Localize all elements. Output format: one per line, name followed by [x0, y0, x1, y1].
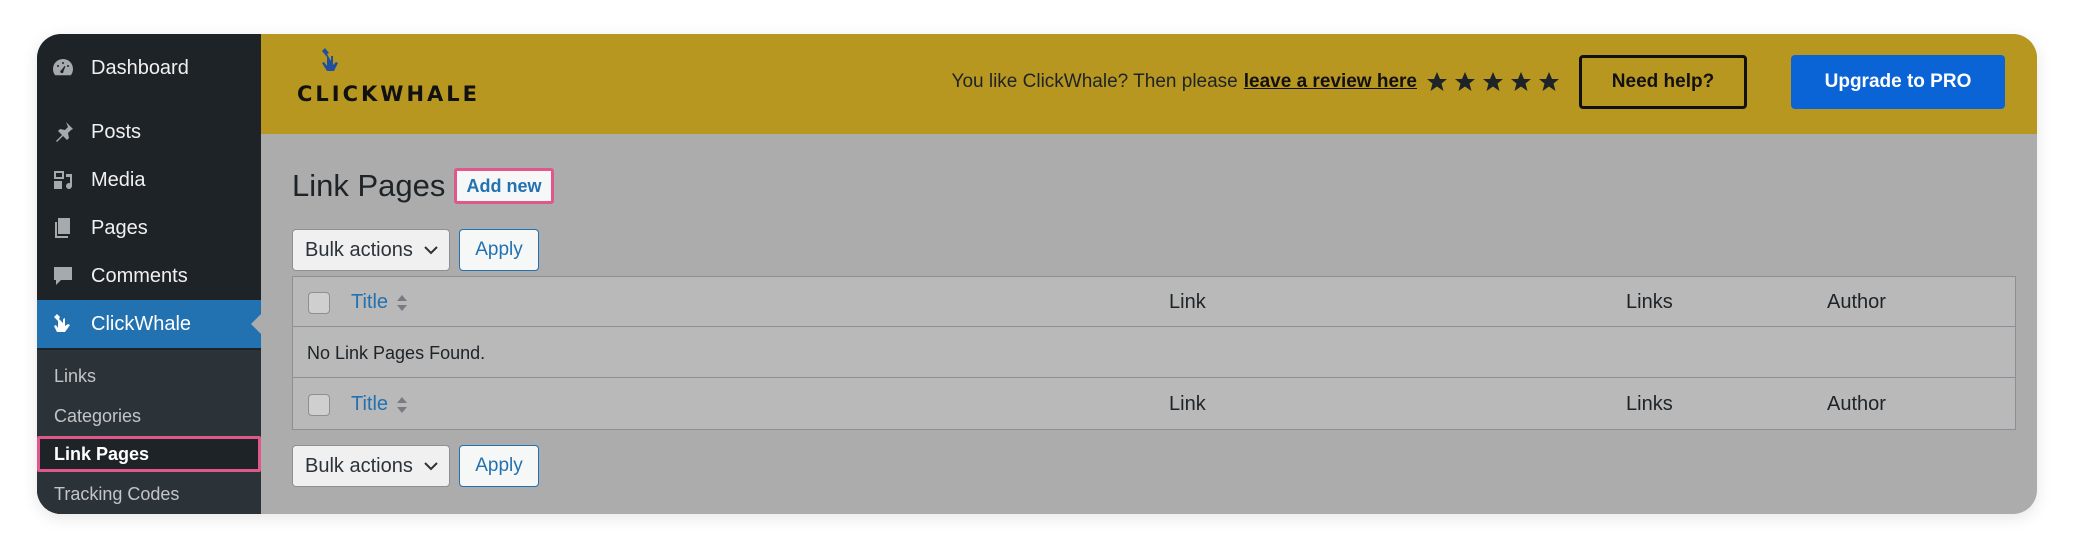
sidebar-item-dashboard[interactable]: Dashboard	[37, 44, 261, 92]
sidebar-item-comments[interactable]: Comments	[37, 252, 261, 300]
pages-icon	[49, 214, 77, 242]
column-links-footer: Links	[1626, 393, 1673, 415]
empty-message: No Link Pages Found.	[307, 343, 486, 363]
star-icon	[1483, 72, 1503, 91]
sidebar-item-clickwhale[interactable]: ClickWhale	[37, 300, 261, 348]
sidebar-item-media[interactable]: Media	[37, 156, 261, 204]
table-footer-row: Title Link Links Author	[293, 379, 2015, 429]
sidebar-item-label: Pages	[91, 216, 148, 239]
apply-button[interactable]: Apply	[459, 229, 539, 271]
star-icon	[1455, 72, 1475, 91]
clickwhale-logo: CLICKWHALE	[297, 48, 477, 118]
dashboard-icon	[49, 54, 77, 82]
clickwhale-icon	[49, 310, 77, 338]
table-row-empty: No Link Pages Found.	[293, 328, 2015, 378]
rating-stars	[1425, 70, 1561, 94]
review-text: You like ClickWhale? Then please	[951, 71, 1238, 92]
submenu-item-links[interactable]: Links	[37, 358, 261, 394]
admin-sidebar: Dashboard Posts Media Pages Comments Cli…	[37, 34, 261, 514]
clickwhale-banner: CLICKWHALE You like ClickWhale? Then ple…	[261, 34, 2037, 134]
apply-button-bottom[interactable]: Apply	[459, 445, 539, 487]
upgrade-pro-button[interactable]: Upgrade to PRO	[1791, 55, 2005, 109]
add-new-button[interactable]: Add new	[454, 168, 554, 204]
column-title[interactable]: Title	[351, 291, 408, 314]
bulk-actions-select[interactable]: Bulk actions	[292, 229, 450, 271]
star-icon	[1427, 72, 1447, 91]
table-header-row: Title Link Links Author	[293, 277, 2015, 327]
sort-icon	[397, 294, 408, 311]
logo-text: CLICKWHALE	[297, 82, 481, 106]
submenu-item-link-pages[interactable]: Link Pages	[37, 436, 261, 472]
column-title-label: Title	[351, 393, 389, 415]
star-icon	[1511, 72, 1531, 91]
sidebar-item-posts[interactable]: Posts	[37, 108, 261, 156]
sidebar-item-label: Media	[91, 168, 146, 191]
bulk-actions-select-bottom[interactable]: Bulk actions	[292, 445, 450, 487]
column-title-label: Title	[351, 291, 389, 313]
clickwhale-submenu: Links Categories Link Pages Tracking Cod…	[37, 350, 261, 514]
sidebar-item-label: Dashboard	[91, 56, 189, 79]
page-title: Link Pages	[292, 168, 446, 203]
column-title-footer[interactable]: Title	[351, 393, 408, 416]
sort-icon	[397, 396, 408, 413]
active-indicator	[251, 314, 261, 334]
cursor-logo-icon	[322, 48, 338, 71]
bulk-actions-label: Bulk actions	[305, 238, 413, 261]
media-icon	[49, 166, 77, 194]
column-links: Links	[1626, 291, 1673, 313]
chevron-down-icon	[424, 462, 438, 471]
review-link[interactable]: leave a review here	[1244, 71, 1417, 93]
column-link: Link	[1169, 291, 1206, 313]
select-all-checkbox-footer[interactable]	[308, 394, 330, 416]
submenu-item-tracking-codes[interactable]: Tracking Codes	[37, 476, 261, 512]
column-author: Author	[1827, 291, 1886, 313]
sidebar-item-label: Posts	[91, 120, 142, 143]
sidebar-item-label: ClickWhale	[91, 312, 192, 335]
bulk-actions-label: Bulk actions	[305, 454, 413, 477]
select-all-checkbox[interactable]	[308, 292, 330, 314]
comment-icon	[49, 262, 77, 290]
sidebar-item-pages[interactable]: Pages	[37, 204, 261, 252]
submenu-item-categories[interactable]: Categories	[37, 398, 261, 434]
column-author-footer: Author	[1827, 393, 1886, 415]
sidebar-item-label: Comments	[91, 264, 188, 287]
chevron-down-icon	[424, 246, 438, 255]
link-pages-table: Title Link Links Author No Link Pages Fo…	[292, 276, 2016, 430]
column-link-footer: Link	[1169, 393, 1206, 415]
star-icon	[1539, 72, 1559, 91]
admin-window: Dashboard Posts Media Pages Comments Cli…	[37, 34, 2037, 514]
pin-icon	[49, 118, 77, 146]
review-prompt: You like ClickWhale? Then please leave a…	[952, 70, 1561, 94]
need-help-button[interactable]: Need help?	[1579, 55, 1747, 109]
